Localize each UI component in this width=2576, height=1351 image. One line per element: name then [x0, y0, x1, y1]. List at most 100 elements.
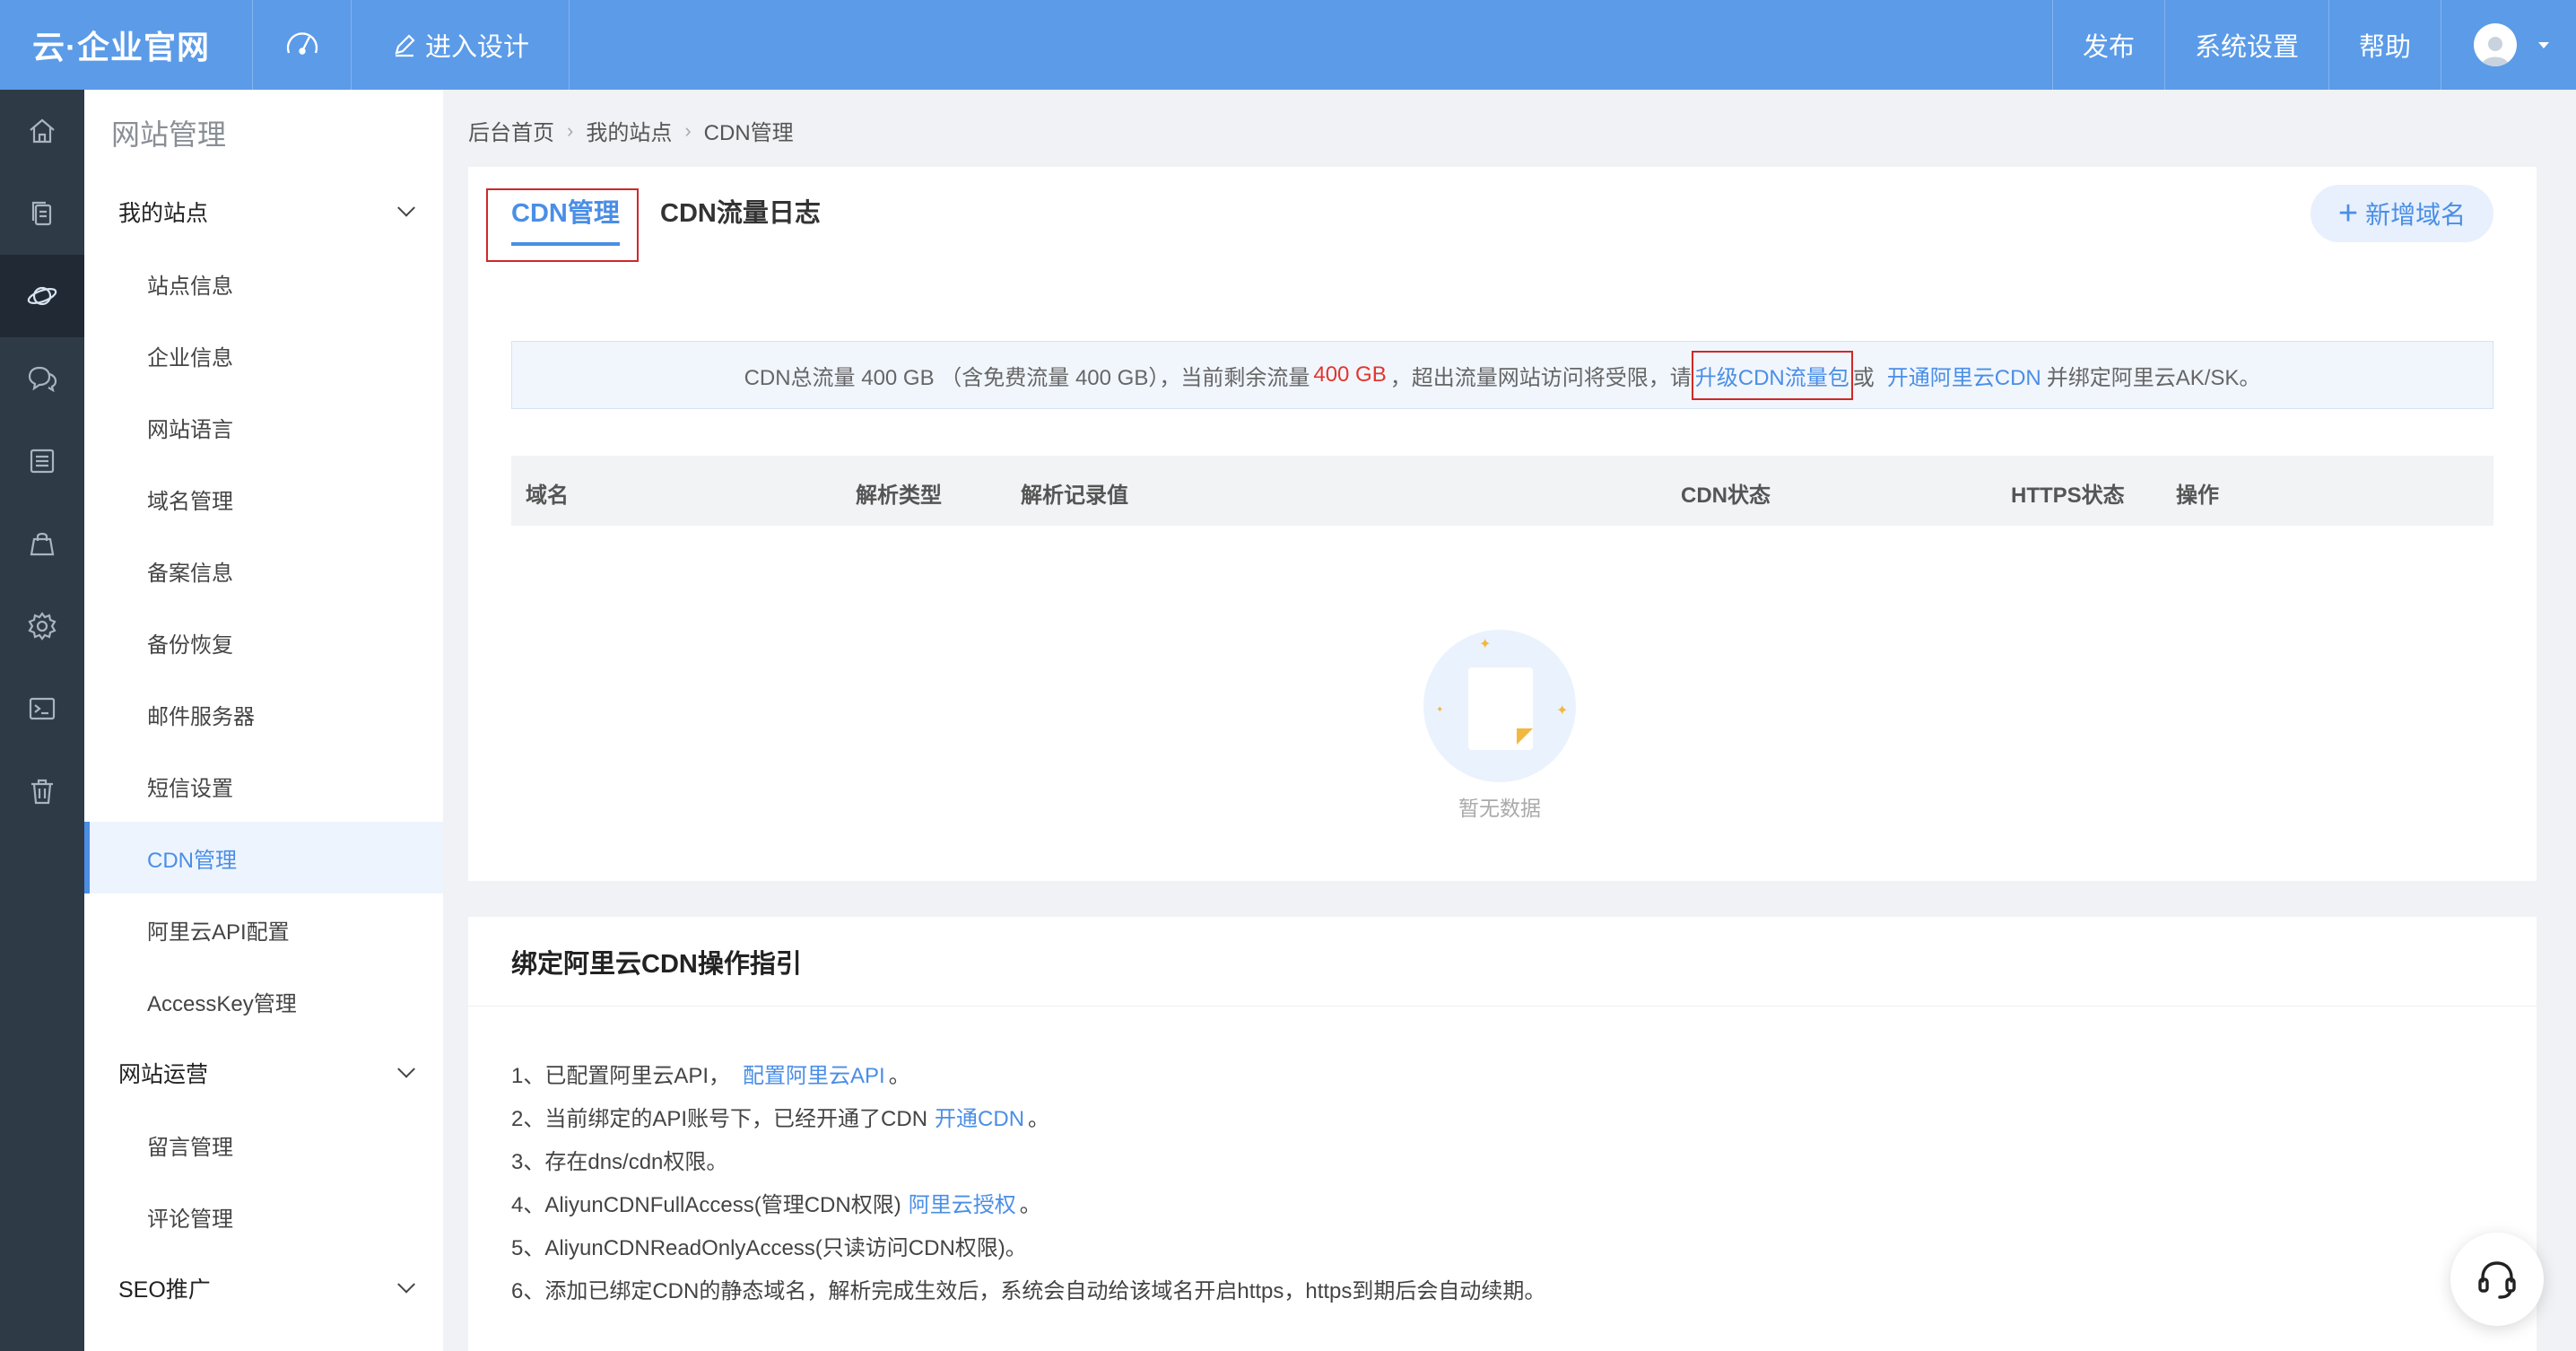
aliyun-authorize-link[interactable]: 阿里云授权: [909, 1187, 1016, 1218]
breadcrumb-home[interactable]: 后台首页: [468, 115, 554, 146]
side-menu: 网站管理 我的站点 站点信息 企业信息 网站语言 域名管理 备案信息 备份恢复 …: [84, 90, 443, 1351]
column-record-value: 解析记录值: [1021, 484, 1128, 508]
plus-icon: +: [2337, 195, 2359, 232]
guide-text: 5、AliyunCDNReadOnlyAccess(只读访问CDN权限)。: [511, 1235, 1027, 1260]
rail-shop[interactable]: [0, 502, 84, 585]
notice-text: 并绑定阿里云AK/SK。: [2046, 365, 2261, 390]
top-bar: 云·企业官网 进入设计 发布 系统设置 帮助: [0, 0, 2576, 90]
chevron-right-icon: ›: [684, 118, 692, 142]
empty-state: ✦ ✦ ✦ 暂无数据: [1419, 630, 1580, 822]
system-settings-button[interactable]: 系统设置: [2163, 0, 2328, 90]
sparkle-icon: ✦: [1436, 705, 1444, 715]
user-menu[interactable]: [2441, 0, 2576, 90]
rail-list[interactable]: [0, 420, 84, 502]
rail-sites[interactable]: [0, 255, 84, 337]
column-actions: 操作: [2176, 484, 2219, 508]
menu-item-comments[interactable]: 评论管理: [84, 1181, 443, 1252]
menu-item-mail-server[interactable]: 邮件服务器: [84, 678, 443, 750]
terminal-icon: [29, 697, 56, 720]
tab-cdn-management[interactable]: CDN管理: [511, 192, 620, 246]
rail-home[interactable]: [0, 90, 84, 172]
rail-messages[interactable]: [0, 337, 84, 420]
rail-pages[interactable]: [0, 172, 84, 255]
enter-design-label: 进入设计: [425, 33, 530, 62]
tab-label: CDN管理: [511, 199, 620, 228]
breadcrumb-current: CDN管理: [703, 121, 794, 145]
traffic-notice: CDN总流量 400 GB （含免费流量 400 GB），当前剩余流量 400 …: [511, 341, 2493, 409]
menu-group-label: SEO推广: [118, 1277, 211, 1303]
menu-item-icp[interactable]: 备案信息: [84, 535, 443, 606]
trash-icon: [31, 779, 53, 805]
empty-document-icon: ✦ ✦ ✦: [1423, 630, 1576, 782]
menu-item-messages[interactable]: 留言管理: [84, 1109, 443, 1181]
rail-settings[interactable]: [0, 585, 84, 667]
main-content: 后台首页 › 我的站点 › CDN管理 CDN管理 CDN流量日志 + 新增域名…: [443, 90, 2576, 1351]
column-https-status: HTTPS状态: [2011, 484, 2125, 508]
guide-text: 6、添加已绑定CDN的静态域名，解析完成生效后，系统会自动给该域名开启https…: [511, 1278, 1546, 1303]
guide-text: 。: [1019, 1192, 1041, 1217]
menu-group-label: 我的站点: [118, 201, 209, 226]
customer-support-button[interactable]: [2450, 1233, 2544, 1326]
menu-group-operation[interactable]: 网站运营: [84, 1037, 443, 1109]
notice-text: CDN总流量 400 GB （含免费流量 400 GB），当前剩余流量: [744, 365, 1310, 390]
breadcrumb-my-sites[interactable]: 我的站点: [586, 115, 672, 146]
chevron-down-icon: [397, 1275, 415, 1294]
enable-cdn-link[interactable]: 开通CDN: [935, 1101, 1024, 1132]
upgrade-cdn-package-link[interactable]: 升级CDN流量包: [1691, 350, 1853, 400]
speedometer-icon[interactable]: [253, 0, 352, 90]
menu-item-cdn[interactable]: CDN管理: [84, 822, 443, 893]
rail-recycle[interactable]: [0, 750, 84, 832]
guide-step: 6、添加已绑定CDN的静态域名，解析完成生效后，系统会自动给该域名开启https…: [511, 1267, 2537, 1310]
active-tab-indicator: [511, 242, 620, 246]
guide-step: 2、当前绑定的API账号下，已经开通了CDN 开通CDN 。: [511, 1094, 2537, 1137]
guide-card: 绑定阿里云CDN操作指引 1、已配置阿里云API， 配置阿里云API 。 2、当…: [468, 917, 2537, 1351]
menu-item-site-language[interactable]: 网站语言: [84, 391, 443, 463]
side-menu-title: 网站管理: [111, 118, 227, 151]
tab-cdn-traffic-log[interactable]: CDN流量日志: [660, 192, 821, 230]
column-resolve-type: 解析类型: [856, 484, 942, 508]
chevron-down-icon: [397, 198, 415, 217]
chat-icon: [28, 366, 57, 393]
menu-item-company-info[interactable]: 企业信息: [84, 319, 443, 391]
menu-item-aliyun-api[interactable]: 阿里云API配置: [84, 893, 443, 965]
guide-step: 3、存在dns/cdn权限。: [511, 1137, 2537, 1181]
menu-group-my-sites[interactable]: 我的站点: [84, 176, 443, 248]
remaining-traffic: 400 GB: [1313, 362, 1387, 387]
menu-item-backup[interactable]: 备份恢复: [84, 606, 443, 678]
brand-logo[interactable]: 云·企业官网: [0, 0, 253, 90]
planet-icon: [27, 286, 57, 306]
publish-button[interactable]: 发布: [2051, 0, 2164, 90]
enter-design-button[interactable]: 进入设计: [352, 0, 570, 90]
headset-icon: [2478, 1261, 2516, 1299]
menu-group-label: 网站运营: [118, 1062, 209, 1087]
menu-item-site-info[interactable]: 站点信息: [84, 248, 443, 319]
enable-aliyun-cdn-link[interactable]: 开通阿里云CDN: [1887, 360, 2041, 391]
bag-icon: [30, 532, 55, 556]
edit-icon: [395, 34, 415, 57]
notice-text: ，超出流量网站访问将受限，请: [1389, 365, 1692, 390]
cdn-content-card: CDN总流量 400 GB （含免费流量 400 GB），当前剩余流量 400 …: [468, 298, 2537, 881]
menu-item-domain[interactable]: 域名管理: [84, 463, 443, 535]
menu-group-seo[interactable]: SEO推广: [84, 1252, 443, 1324]
gear-icon: [28, 612, 57, 641]
avatar: [2474, 23, 2517, 66]
menu-item-sms[interactable]: 短信设置: [84, 750, 443, 822]
help-button[interactable]: 帮助: [2328, 0, 2441, 90]
guide-step: 5、AliyunCDNReadOnlyAccess(只读访问CDN权限)。: [511, 1224, 2537, 1267]
chevron-down-icon: [2538, 41, 2549, 48]
menu-item-accesskey[interactable]: AccessKey管理: [84, 965, 443, 1037]
guide-text: 1、已配置阿里云API，: [511, 1063, 731, 1088]
rail-terminal[interactable]: [0, 667, 84, 750]
icon-rail: [0, 90, 84, 1351]
guide-step: 1、已配置阿里云API， 配置阿里云API 。: [511, 1051, 2537, 1094]
guide-text: 。: [888, 1063, 910, 1088]
home-icon: [30, 118, 55, 144]
empty-text: 暂无数据: [1458, 797, 1541, 820]
add-domain-label: 新增域名: [2365, 201, 2467, 229]
guide-text: 4、AliyunCDNFullAccess(管理CDN权限): [511, 1192, 901, 1217]
column-cdn-status: CDN状态: [1681, 484, 1771, 508]
notice-text: 或: [1852, 365, 1875, 390]
configure-aliyun-api-link[interactable]: 配置阿里云API: [743, 1058, 885, 1089]
add-domain-button[interactable]: + 新增域名: [2311, 185, 2493, 242]
list-icon: [30, 449, 55, 474]
